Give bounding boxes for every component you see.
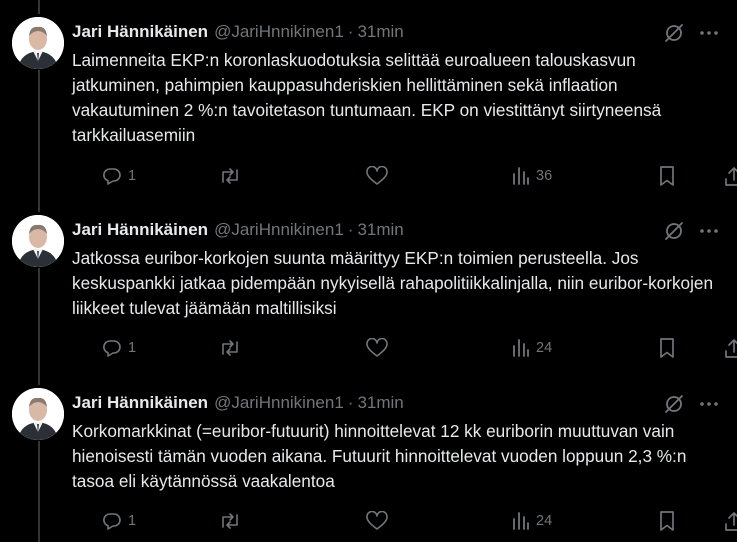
thread-line bbox=[38, 268, 40, 371]
thread-line-top bbox=[38, 0, 40, 14]
more-icon[interactable] bbox=[699, 394, 719, 419]
author-name[interactable]: Jari Hännikäinen bbox=[72, 22, 208, 42]
reply-icon bbox=[102, 338, 122, 358]
tweet[interactable]: Jari Hännikäinen @JariHnnikinen1 · 31min… bbox=[0, 198, 737, 371]
share-button[interactable] bbox=[724, 164, 737, 188]
separator-dot: · bbox=[347, 220, 354, 239]
avatar[interactable] bbox=[12, 388, 64, 440]
bookmark-button[interactable] bbox=[658, 336, 676, 360]
thread-line-top bbox=[38, 198, 40, 212]
repost-icon bbox=[218, 511, 242, 531]
reply-count: 1 bbox=[128, 340, 137, 356]
tweet-header: Jari Hännikäinen @JariHnnikinen1 · 31min bbox=[72, 219, 404, 241]
timestamp[interactable]: 31min bbox=[357, 220, 403, 240]
author-handle[interactable]: @JariHnnikinen1 bbox=[214, 393, 344, 413]
thread-line bbox=[38, 441, 40, 542]
reply-icon bbox=[102, 166, 122, 186]
tweet-text: Laimenneita EKP:n koronlaskuodotuksia se… bbox=[72, 50, 662, 145]
views-count: 24 bbox=[536, 340, 553, 356]
bookmark-icon bbox=[658, 165, 676, 187]
views-count: 24 bbox=[536, 513, 553, 529]
more-icon[interactable] bbox=[699, 23, 719, 48]
views-button[interactable]: 24 bbox=[512, 336, 552, 360]
tweet-feed: Jari Hännikäinen @JariHnnikinen1 · 31min… bbox=[0, 0, 737, 542]
like-button[interactable] bbox=[366, 164, 394, 188]
tweet[interactable]: Jari Hännikäinen @JariHnnikinen1 · 31min… bbox=[0, 0, 737, 198]
tweet-text: Korkomarkkinat (=euribor-futuurit) hinno… bbox=[72, 421, 687, 491]
repost-button[interactable] bbox=[218, 164, 248, 188]
repost-icon bbox=[218, 166, 242, 186]
tweet-text: Jatkossa euribor-korkojen suunta määritt… bbox=[72, 248, 714, 318]
tweet-actions: 1 24 bbox=[102, 509, 737, 533]
grok-icon[interactable] bbox=[663, 22, 685, 49]
repost-button[interactable] bbox=[218, 336, 248, 360]
avatar[interactable] bbox=[12, 17, 64, 69]
thread-line bbox=[38, 70, 40, 198]
tweet-actions: 1 24 bbox=[102, 336, 737, 360]
share-icon bbox=[724, 510, 737, 532]
like-icon bbox=[366, 338, 388, 358]
bookmark-icon bbox=[658, 510, 676, 532]
timestamp[interactable]: 31min bbox=[357, 393, 403, 413]
author-handle[interactable]: @JariHnnikinen1 bbox=[214, 220, 344, 240]
bookmark-button[interactable] bbox=[658, 164, 676, 188]
tweet-header: Jari Hännikäinen @JariHnnikinen1 · 31min bbox=[72, 21, 404, 43]
repost-icon bbox=[218, 338, 242, 358]
views-button[interactable]: 24 bbox=[512, 509, 552, 533]
tweet-actions: 1 36 bbox=[102, 164, 737, 188]
share-button[interactable] bbox=[724, 336, 737, 360]
bookmark-icon bbox=[658, 337, 676, 359]
share-icon bbox=[724, 337, 737, 359]
like-icon bbox=[366, 166, 388, 186]
share-icon bbox=[724, 165, 737, 187]
thread-line-top bbox=[38, 371, 40, 385]
repost-button[interactable] bbox=[218, 509, 248, 533]
like-icon bbox=[366, 511, 388, 531]
like-button[interactable] bbox=[366, 509, 394, 533]
reply-count: 1 bbox=[128, 168, 137, 184]
views-icon bbox=[512, 511, 530, 531]
separator-dot: · bbox=[347, 393, 354, 412]
reply-button[interactable]: 1 bbox=[102, 164, 136, 188]
share-button[interactable] bbox=[724, 509, 737, 533]
grok-icon[interactable] bbox=[663, 393, 685, 420]
author-name[interactable]: Jari Hännikäinen bbox=[72, 220, 208, 240]
tweet-header: Jari Hännikäinen @JariHnnikinen1 · 31min bbox=[72, 392, 404, 414]
timestamp[interactable]: 31min bbox=[357, 22, 403, 42]
reply-button[interactable]: 1 bbox=[102, 509, 136, 533]
reply-button[interactable]: 1 bbox=[102, 336, 136, 360]
reply-count: 1 bbox=[128, 513, 137, 529]
views-count: 36 bbox=[536, 168, 553, 184]
tweet-top-actions bbox=[663, 393, 719, 420]
grok-icon[interactable] bbox=[663, 220, 685, 247]
views-button[interactable]: 36 bbox=[512, 164, 552, 188]
views-icon bbox=[512, 166, 530, 186]
reply-icon bbox=[102, 511, 122, 531]
author-handle[interactable]: @JariHnnikinen1 bbox=[214, 22, 344, 42]
more-icon[interactable] bbox=[699, 221, 719, 246]
bookmark-button[interactable] bbox=[658, 509, 676, 533]
tweet-top-actions bbox=[663, 220, 719, 247]
separator-dot: · bbox=[347, 22, 354, 41]
views-icon bbox=[512, 338, 530, 358]
author-name[interactable]: Jari Hännikäinen bbox=[72, 393, 208, 413]
tweet[interactable]: Jari Hännikäinen @JariHnnikinen1 · 31min… bbox=[0, 371, 737, 542]
like-button[interactable] bbox=[366, 336, 394, 360]
tweet-top-actions bbox=[663, 22, 719, 49]
avatar[interactable] bbox=[12, 215, 64, 267]
